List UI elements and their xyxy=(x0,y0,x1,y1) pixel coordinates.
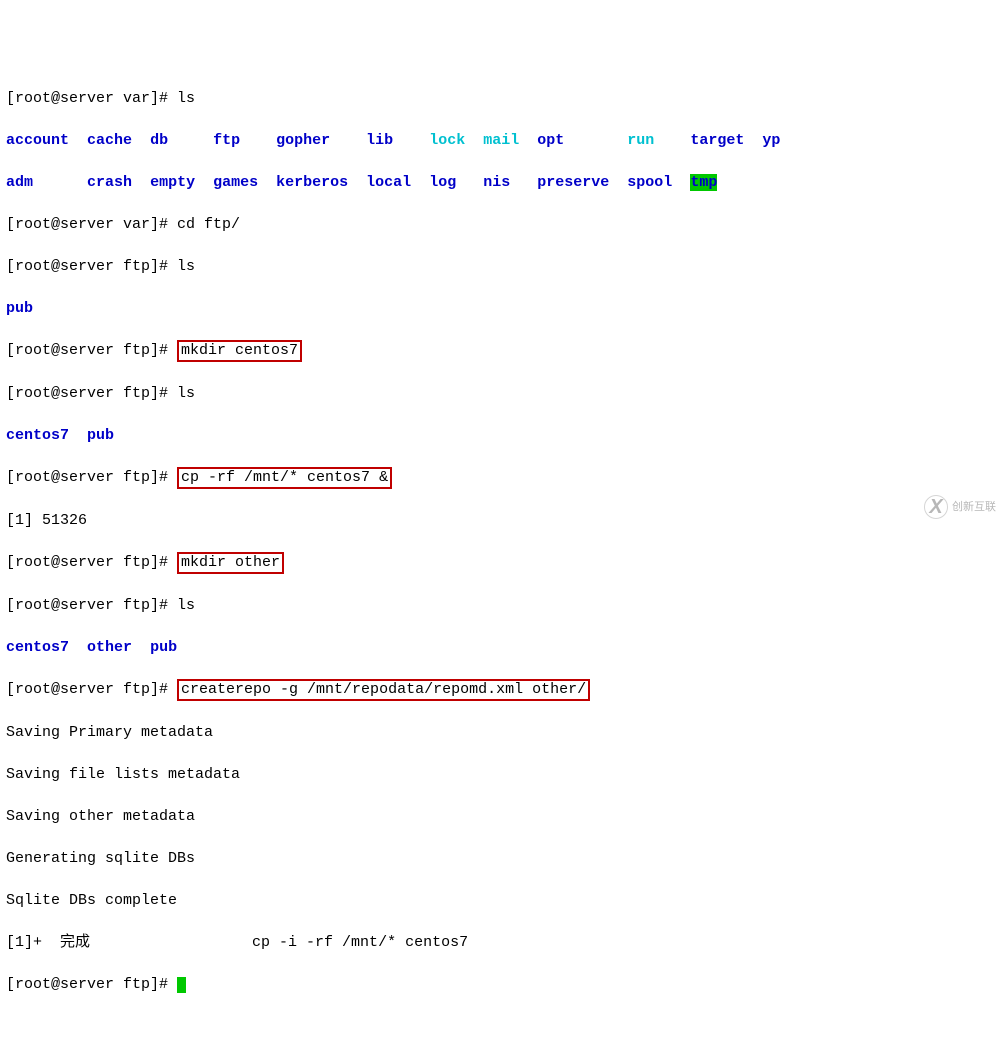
highlighted-command: mkdir centos7 xyxy=(177,340,302,362)
output-line: Saving file lists metadata xyxy=(6,764,998,785)
dir-entry: crash xyxy=(87,174,132,191)
dir-entry: account xyxy=(6,132,69,149)
watermark: X 创新互联 xyxy=(924,495,996,519)
job-done-line: [1]+ 完成 cp -i -rf /mnt/* centos7 xyxy=(6,932,998,953)
dir-entry: pub xyxy=(150,639,177,656)
dir-entry: kerberos xyxy=(276,174,348,191)
dir-entry: nis xyxy=(483,174,510,191)
shell-prompt: [root@server var]# xyxy=(6,216,177,233)
prompt-line: [root@server var]# cd ftp/ xyxy=(6,214,998,235)
job-done-prefix: [1]+ 完成 xyxy=(6,934,90,951)
shell-command: ls xyxy=(177,597,195,614)
dir-entry: centos7 xyxy=(6,639,69,656)
prompt-line[interactable]: [root@server ftp]# xyxy=(6,974,998,995)
shell-prompt: [root@server ftp]# xyxy=(6,597,177,614)
dir-entry: db xyxy=(150,132,168,149)
prompt-line: [root@server ftp]# mkdir other xyxy=(6,552,998,574)
ls-output-row: centos7 pub xyxy=(6,425,998,446)
highlighted-command: mkdir other xyxy=(177,552,284,574)
dir-entry: lib xyxy=(366,132,393,149)
dir-entry: preserve xyxy=(537,174,609,191)
output-line: Saving other metadata xyxy=(6,806,998,827)
link-entry: lock xyxy=(429,132,465,149)
dir-entry: cache xyxy=(87,132,132,149)
shell-prompt: [root@server ftp]# xyxy=(6,385,177,402)
shell-command: ls xyxy=(177,385,195,402)
dir-entry: other xyxy=(87,639,132,656)
shell-prompt: [root@server ftp]# xyxy=(6,469,177,486)
output-line: Saving Primary metadata xyxy=(6,722,998,743)
dir-entry: games xyxy=(213,174,258,191)
shell-command: ls xyxy=(177,258,195,275)
dir-entry: gopher xyxy=(276,132,330,149)
dir-entry: log xyxy=(429,174,456,191)
dir-entry: local xyxy=(366,174,411,191)
prompt-line: [root@server ftp]# ls xyxy=(6,383,998,404)
shell-prompt: [root@server var]# xyxy=(6,90,177,107)
shell-prompt: [root@server ftp]# xyxy=(6,342,177,359)
tmp-entry: tmp xyxy=(690,174,717,191)
prompt-line: [root@server var]# ls xyxy=(6,88,998,109)
prompt-line: [root@server ftp]# createrepo -g /mnt/re… xyxy=(6,679,998,701)
shell-prompt: [root@server ftp]# xyxy=(6,258,177,275)
prompt-line: [root@server ftp]# cp -rf /mnt/* centos7… xyxy=(6,467,998,489)
cursor-icon[interactable] xyxy=(177,977,186,993)
dir-entry: opt xyxy=(537,132,564,149)
prompt-line: [root@server ftp]# ls xyxy=(6,595,998,616)
link-entry: run xyxy=(627,132,654,149)
dir-entry: yp xyxy=(762,132,780,149)
ls-output-row: pub xyxy=(6,298,998,319)
link-entry: mail xyxy=(483,132,519,149)
dir-entry: centos7 xyxy=(6,427,69,444)
watermark-icon: X xyxy=(924,495,948,519)
dir-entry: pub xyxy=(6,300,33,317)
dir-entry: adm xyxy=(6,174,33,191)
dir-entry: pub xyxy=(87,427,114,444)
job-done-cmd: cp -i -rf /mnt/* centos7 xyxy=(90,934,468,951)
shell-prompt: [root@server ftp]# xyxy=(6,976,177,993)
output-line: Generating sqlite DBs xyxy=(6,848,998,869)
prompt-line: [root@server ftp]# mkdir centos7 xyxy=(6,340,998,362)
shell-prompt: [root@server ftp]# xyxy=(6,681,177,698)
ls-output-row: centos7 other pub xyxy=(6,637,998,658)
bg-job-line: [1] 51326 xyxy=(6,510,998,531)
ls-output-row: adm crash empty games kerberos local log… xyxy=(6,172,998,193)
output-line: Sqlite DBs complete xyxy=(6,890,998,911)
shell-command: ls xyxy=(177,90,195,107)
shell-prompt: [root@server ftp]# xyxy=(6,554,177,571)
watermark-text: 创新互联 xyxy=(952,497,996,518)
dir-entry: ftp xyxy=(213,132,240,149)
highlighted-command: cp -rf /mnt/* centos7 & xyxy=(177,467,392,489)
dir-entry: spool xyxy=(627,174,672,191)
dir-entry: empty xyxy=(150,174,195,191)
highlighted-command: createrepo -g /mnt/repodata/repomd.xml o… xyxy=(177,679,590,701)
ls-output-row: account cache db ftp gopher lib lock mai… xyxy=(6,130,998,151)
shell-command: cd ftp/ xyxy=(177,216,240,233)
prompt-line: [root@server ftp]# ls xyxy=(6,256,998,277)
dir-entry: target xyxy=(690,132,744,149)
